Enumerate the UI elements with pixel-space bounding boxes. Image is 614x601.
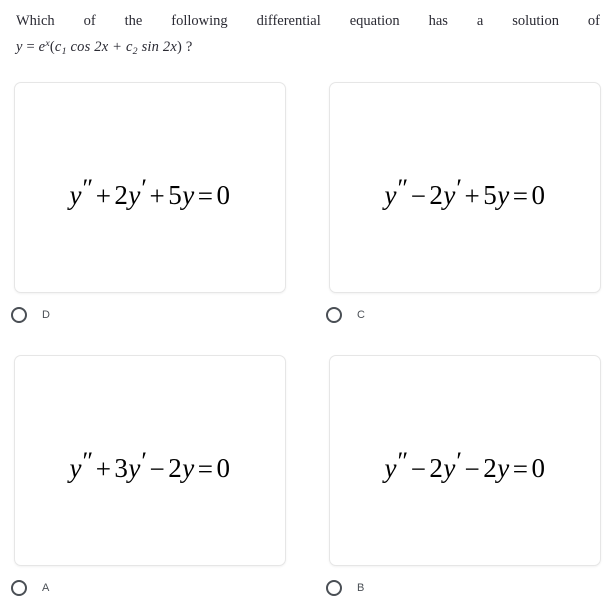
equation-equals: = [197,180,214,211]
radio-button-d[interactable] [11,307,27,323]
equation-operator-2: − [149,453,166,484]
option-a-label: A [42,582,50,594]
option-c-equation: y″ −2y′ +5y = 0 [385,175,546,209]
option-c[interactable]: y″ −2y′ +5y = 0 C [326,82,601,323]
equation-term3-variable: y [497,453,510,484]
option-d-equation: y″ +2y′ +5y = 0 [70,175,231,209]
options-grid: y″ +2y′ +5y = 0 D y″ −2y′ +5y = 0 C y″ +… [0,82,614,601]
question-line-2: y = ex(c1 cos 2x + c2 sin 2x) ? [16,33,600,62]
equation-term2-coefficient: 3 [114,453,129,484]
equation-term1-variable: y [384,453,397,484]
radio-button-c[interactable] [326,307,342,323]
option-a[interactable]: y″ +3y′ −2y = 0 A [11,355,286,596]
equation-operator-1: + [95,453,112,484]
options-row-2: y″ +3y′ −2y = 0 A y″ −2y′ −2y = 0 B [0,355,614,601]
equation-term1-variable: y [384,180,397,211]
option-d-card[interactable]: y″ +2y′ +5y = 0 [14,82,286,293]
equation-operator-1: − [410,453,427,484]
equation-term2-variable: y [443,453,456,484]
question-coefficient-2: c [126,39,133,56]
equation-operator-2: + [464,180,481,211]
equation-term1-prime: ″ [82,173,94,203]
equation-term1-variable: y [69,180,82,211]
option-b-card[interactable]: y″ −2y′ −2y = 0 [329,355,601,566]
equation-term2-prime: ′ [456,446,462,476]
equation-term2-variable: y [128,453,141,484]
equation-term2-variable: y [443,180,456,211]
equation-term3-coefficient: 2 [168,453,183,484]
option-b[interactable]: y″ −2y′ −2y = 0 B [326,355,601,596]
radio-button-b[interactable] [326,580,342,596]
question-sin-term: sin 2x [137,39,178,56]
equation-term3-coefficient: 5 [483,180,498,211]
equation-term3-variable: y [497,180,510,211]
equation-term2-coefficient: 2 [429,453,444,484]
question-lhs-variable: y [16,39,23,56]
equation-operator-1: + [95,180,112,211]
equation-term3-coefficient: 5 [168,180,183,211]
question-line-1: Which of the following differential equa… [16,13,600,29]
question-cos-term: cos 2x + [66,39,126,56]
question-text: Which of the following differential equa… [16,11,600,62]
equation-term1-prime: ″ [397,446,409,476]
option-d-label: D [42,309,50,321]
equation-term3-coefficient: 2 [483,453,498,484]
equation-term2-prime: ′ [141,446,147,476]
question-close-paren: ) ? [177,39,193,56]
equation-equals: = [512,453,529,484]
option-c-radio-row[interactable]: C [326,307,601,323]
option-b-radio-row[interactable]: B [326,580,601,596]
equation-term2-prime: ′ [141,173,147,203]
equation-operator-2: − [464,453,481,484]
equation-term1-variable: y [69,453,82,484]
equation-term2-coefficient: 2 [429,180,444,211]
equation-operator-1: − [410,180,427,211]
option-b-equation: y″ −2y′ −2y = 0 [385,448,546,482]
option-b-label: B [357,582,365,594]
equation-term3-variable: y [182,453,195,484]
equation-term1-prime: ″ [397,173,409,203]
equation-rhs: 0 [216,453,231,484]
option-a-card[interactable]: y″ +3y′ −2y = 0 [14,355,286,566]
equation-equals: = [197,453,214,484]
equation-rhs: 0 [531,453,546,484]
options-row-1: y″ +2y′ +5y = 0 D y″ −2y′ +5y = 0 C [0,82,614,355]
option-a-radio-row[interactable]: A [11,580,286,596]
equation-operator-2: + [149,180,166,211]
option-d[interactable]: y″ +2y′ +5y = 0 D [11,82,286,323]
equation-equals: = [512,180,529,211]
option-d-radio-row[interactable]: D [11,307,286,323]
equation-rhs: 0 [216,180,231,211]
equation-term1-prime: ″ [82,446,94,476]
equation-rhs: 0 [531,180,546,211]
equation-term2-prime: ′ [456,173,462,203]
equation-term3-variable: y [182,180,195,211]
equation-term2-variable: y [128,180,141,211]
option-c-label: C [357,309,365,321]
question-equals: = [22,39,39,56]
question-coefficient-1: c [54,39,62,56]
radio-button-a[interactable] [11,580,27,596]
option-a-equation: y″ +3y′ −2y = 0 [70,448,231,482]
option-c-card[interactable]: y″ −2y′ +5y = 0 [329,82,601,293]
equation-term2-coefficient: 2 [114,180,129,211]
